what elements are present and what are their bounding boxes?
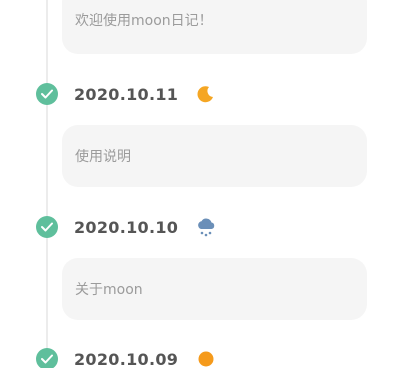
timeline-line bbox=[46, 0, 48, 368]
entry-date: 2020.10.10 bbox=[74, 217, 179, 237]
entry-card-text: 使用说明 bbox=[75, 149, 131, 165]
entry-date-row[interactable]: 2020.10.10 bbox=[36, 215, 226, 239]
check-icon bbox=[36, 348, 58, 368]
entry-card[interactable]: 关于moon bbox=[62, 258, 367, 320]
entry-card-text: 关于moon bbox=[75, 282, 143, 298]
check-icon bbox=[36, 83, 58, 105]
entry-date-row[interactable]: 2020.10.09 bbox=[36, 347, 226, 368]
entry-date: 2020.10.09 bbox=[74, 349, 179, 368]
snow-cloud-icon bbox=[194, 215, 218, 239]
diary-timeline: 欢迎使用moon日记！ 2020.10.11 使用说明 2020.10.10 关… bbox=[0, 0, 400, 368]
sun-icon bbox=[194, 347, 218, 368]
entry-card-text: 欢迎使用moon日记！ bbox=[75, 13, 213, 29]
entry-date: 2020.10.11 bbox=[74, 84, 179, 104]
entry-card[interactable]: 使用说明 bbox=[62, 125, 367, 187]
entry-card[interactable]: 欢迎使用moon日记！ bbox=[62, 0, 367, 54]
entry-date-row[interactable]: 2020.10.11 bbox=[36, 82, 226, 106]
moon-icon bbox=[194, 82, 218, 106]
check-icon bbox=[36, 216, 58, 238]
